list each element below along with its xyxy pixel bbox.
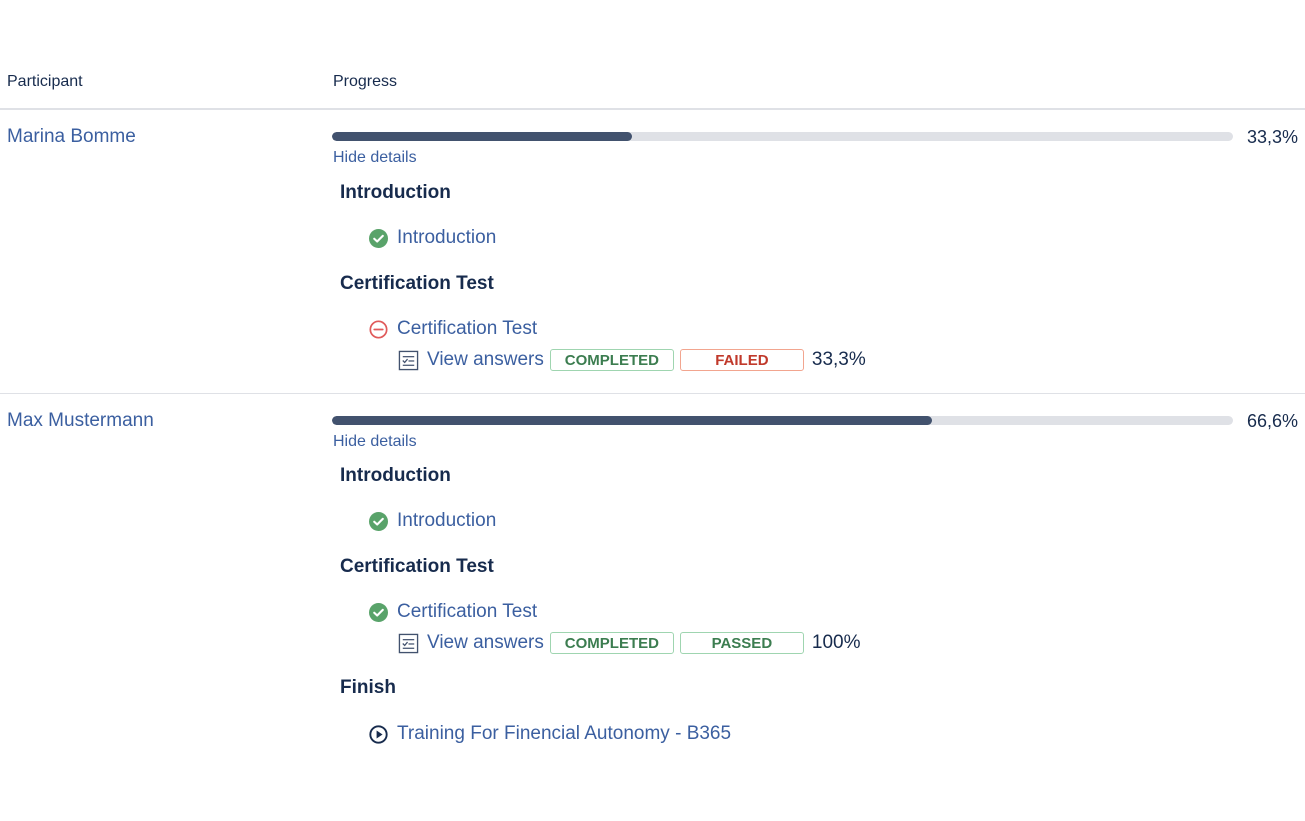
column-header-progress: Progress bbox=[333, 73, 398, 90]
progress-bar-fill bbox=[332, 416, 933, 425]
answers-document-icon bbox=[398, 350, 419, 370]
progress-bar bbox=[332, 132, 1233, 141]
lesson-item[interactable]: Introduction bbox=[369, 509, 496, 533]
view-answers-link[interactable]: View answers bbox=[427, 349, 544, 371]
section-title: Introduction bbox=[340, 465, 451, 486]
answers-document-icon bbox=[398, 633, 419, 653]
lesson-link[interactable]: Training For Finencial Autonomy - B365 bbox=[397, 723, 731, 745]
lesson-item[interactable]: Certification Test bbox=[369, 317, 537, 341]
status-badge-failed: FAILED bbox=[679, 349, 804, 371]
table-header: Participant Progress bbox=[0, 70, 1305, 110]
progress-bar-fill bbox=[332, 132, 633, 141]
lesson-item[interactable]: Training For Finencial Autonomy - B365 bbox=[369, 722, 731, 746]
table-row: Marina Bomme 33,3% Hide details Introduc… bbox=[0, 110, 1305, 394]
minus-circle-icon bbox=[369, 319, 388, 339]
participant-name-link[interactable]: Marina Bomme bbox=[7, 126, 136, 148]
lesson-link[interactable]: Certification Test bbox=[397, 601, 537, 623]
participant-name-link[interactable]: Max Mustermann bbox=[7, 410, 154, 432]
lesson-item[interactable]: Introduction bbox=[369, 226, 496, 250]
view-answers-link[interactable]: View answers bbox=[427, 632, 544, 654]
section-title: Certification Test bbox=[340, 556, 494, 577]
test-score: 100% bbox=[811, 632, 861, 653]
test-score: 33,3% bbox=[811, 349, 866, 370]
section-title: Certification Test bbox=[340, 273, 494, 294]
answers-line: View answers COMPLETED PASSED 100% bbox=[398, 630, 860, 656]
progress-percent: 66,6% bbox=[1246, 411, 1298, 431]
hide-details-link[interactable]: Hide details bbox=[333, 149, 417, 167]
section-title: Finish bbox=[340, 677, 396, 698]
section-title: Introduction bbox=[340, 182, 451, 203]
column-header-participant: Participant bbox=[7, 73, 83, 90]
table-row: Max Mustermann 66,6% Hide details Introd… bbox=[0, 394, 1305, 774]
status-badge-completed: COMPLETED bbox=[549, 632, 674, 654]
lesson-link[interactable]: Introduction bbox=[397, 227, 496, 249]
check-circle-icon bbox=[369, 602, 388, 622]
progress-bar bbox=[332, 416, 1233, 425]
lesson-link[interactable]: Introduction bbox=[397, 510, 496, 532]
status-badge-passed: PASSED bbox=[679, 632, 804, 654]
hide-details-link[interactable]: Hide details bbox=[333, 433, 417, 451]
check-circle-icon bbox=[369, 228, 388, 248]
progress-percent: 33,3% bbox=[1246, 127, 1298, 147]
check-circle-icon bbox=[369, 511, 388, 531]
answers-line: View answers COMPLETED FAILED 33,3% bbox=[398, 347, 866, 373]
play-circle-icon bbox=[369, 724, 388, 744]
lesson-link[interactable]: Certification Test bbox=[397, 318, 537, 340]
lesson-item[interactable]: Certification Test bbox=[369, 600, 537, 624]
status-badge-completed: COMPLETED bbox=[549, 349, 674, 371]
